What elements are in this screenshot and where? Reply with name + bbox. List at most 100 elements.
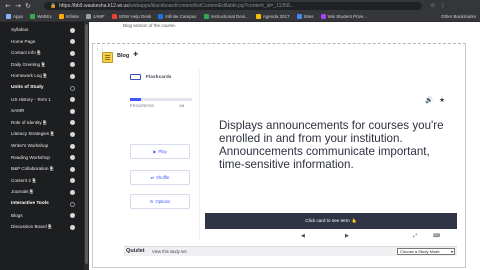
sidebar-item[interactable]: Discussion Board 🖹 bbox=[11, 223, 79, 231]
url-host: https://bb9.waukesha.k12.wi.us bbox=[59, 3, 129, 9]
bookmark-item[interactable]: WebEx bbox=[30, 14, 52, 19]
item-menu-icon[interactable] bbox=[70, 189, 75, 195]
bookmark-label: Apps bbox=[13, 14, 24, 19]
sidebar-item-label: Syllabus bbox=[11, 27, 29, 32]
sidebar-item-label: Role of Identity 🖹 bbox=[11, 119, 47, 125]
sidebar-item[interactable]: US History - Term 1 bbox=[11, 96, 79, 104]
shuffle-label: Shuffle bbox=[156, 175, 170, 180]
item-menu-icon[interactable] bbox=[70, 27, 75, 33]
bookmark-item[interactable]: Apps bbox=[6, 14, 23, 19]
blog-icon bbox=[102, 52, 113, 63]
flashcards-label: Flashcards bbox=[146, 74, 172, 79]
item-menu-icon[interactable] bbox=[70, 213, 75, 219]
sidebar-scroll-thumb[interactable] bbox=[85, 24, 88, 264]
sidebar-item[interactable]: Content 2 🖹 bbox=[11, 177, 79, 185]
quizlet-logo[interactable]: Quizlet bbox=[126, 248, 145, 254]
bookmark-item[interactable]: Instructional Desi... bbox=[203, 14, 249, 19]
play-icon: ▶ bbox=[153, 149, 157, 154]
bookmark-label: Sites bbox=[303, 14, 314, 19]
sidebar-item[interactable]: Literacy Strategies 🖹 bbox=[11, 130, 79, 138]
item-menu-icon[interactable] bbox=[70, 97, 75, 103]
back-icon[interactable]: ← bbox=[3, 0, 13, 12]
sidebar-item-label: Journals 🖹 bbox=[11, 189, 34, 195]
sidebar-item[interactable]: Homework Log 🖹 bbox=[11, 72, 79, 80]
bookmark-label: Instructional Desi... bbox=[210, 14, 249, 19]
sidebar-heading[interactable]: Units of Study bbox=[11, 84, 79, 92]
prev-card-icon[interactable]: ◀ bbox=[301, 233, 305, 239]
item-menu-icon[interactable] bbox=[70, 201, 75, 207]
menu-icon[interactable]: ⋮ bbox=[438, 0, 448, 12]
item-menu-icon[interactable] bbox=[70, 108, 75, 114]
sidebar-item[interactable]: B&P Collaboration 🖹 bbox=[11, 165, 79, 173]
bookmark-label: SDW Help Desk bbox=[118, 14, 152, 19]
item-menu-icon[interactable] bbox=[70, 166, 75, 172]
view-study-set-link[interactable]: View this study set bbox=[152, 249, 187, 254]
sidebar-item[interactable]: Writer's Workshop bbox=[11, 142, 79, 150]
quizlet-sidebar: Flashcards PROGRESS 1/6 ▶ Play ⇄ Shuffle ⚙… bbox=[124, 70, 200, 240]
sidebar-item[interactable]: Role of Identity 🖹 bbox=[11, 119, 79, 127]
sidebar-item[interactable]: Home Page bbox=[11, 38, 79, 46]
study-mode-select[interactable]: Choose a Study Mode ▾ bbox=[397, 248, 455, 255]
sidebar-item[interactable]: Blogs bbox=[11, 212, 79, 220]
reload-icon[interactable]: ↻ bbox=[23, 0, 33, 12]
bookmark-label: Infinite Campus bbox=[165, 14, 197, 19]
bookmark-item[interactable]: SDW Help Desk bbox=[111, 14, 152, 19]
bookmark-item[interactable]: Infinite Campus bbox=[158, 14, 197, 19]
bookmark-item[interactable]: JAMF bbox=[85, 14, 105, 19]
shuffle-button[interactable]: ⇄ Shuffle bbox=[130, 170, 190, 185]
star-icon[interactable]: ★ bbox=[439, 96, 445, 104]
item-menu-icon[interactable] bbox=[70, 143, 75, 149]
bookmark-item[interactable]: Wis Student Prive... bbox=[320, 14, 367, 19]
fullscreen-icon[interactable]: ⤢ bbox=[413, 233, 417, 239]
bookmark-item[interactable]: Sites bbox=[296, 14, 314, 19]
progress-bar bbox=[130, 98, 192, 101]
item-menu-icon[interactable] bbox=[70, 85, 75, 91]
bookmark-favicon-icon bbox=[296, 14, 302, 19]
flashcards-icon bbox=[130, 74, 141, 80]
bookmark-item[interactable]: Infinite bbox=[58, 14, 79, 19]
quizlet-footer: Quizlet View this study set Choose a Stu… bbox=[124, 246, 457, 256]
speaker-icon[interactable]: 🔊 bbox=[425, 96, 433, 104]
item-menu-icon[interactable] bbox=[70, 62, 75, 68]
sidebar-item[interactable]: Reading Workshop bbox=[11, 154, 79, 162]
sidebar-item-label: Content 2 🖹 bbox=[11, 177, 36, 183]
address-bar[interactable]: 🔒 https://bb9.waukesha.k12.wi.us/webapps/… bbox=[44, 2, 422, 10]
item-menu-icon[interactable] bbox=[70, 39, 75, 45]
url-path: /webapps/blackboard/content/listContentE… bbox=[128, 3, 294, 9]
item-menu-icon[interactable] bbox=[70, 50, 75, 56]
options-icon[interactable]: ✚ bbox=[133, 51, 138, 58]
item-menu-icon[interactable] bbox=[70, 178, 75, 184]
browser-toolbar: ← → ↻ 🔒 https://bb9.waukesha.k12.wi.us/we… bbox=[0, 0, 480, 12]
options-label: Options bbox=[155, 199, 171, 204]
item-menu-icon[interactable] bbox=[70, 120, 75, 126]
next-card-icon[interactable]: ▶ bbox=[345, 233, 349, 239]
star-bookmark-icon[interactable]: ☆ bbox=[428, 0, 438, 12]
sidebar-item[interactable]: Syllabus bbox=[11, 26, 79, 34]
bookmark-favicon-icon bbox=[255, 14, 261, 19]
options-button[interactable]: ⚙ Options bbox=[130, 194, 190, 209]
bookmark-favicon-icon bbox=[111, 14, 117, 19]
sidebar-item[interactable]: Journals 🖹 bbox=[11, 188, 79, 196]
sidebar-item-label: Interactive Tools bbox=[11, 201, 49, 206]
item-title[interactable]: Blog bbox=[117, 53, 129, 59]
keyboard-icon[interactable]: ⌨ bbox=[433, 233, 440, 239]
bookmark-item[interactable]: Agenda 2017 bbox=[255, 14, 290, 19]
item-menu-icon[interactable] bbox=[70, 155, 75, 161]
item-menu-icon[interactable] bbox=[70, 73, 75, 79]
item-menu-icon[interactable] bbox=[70, 224, 75, 230]
sidebar-item-label: B&P Collaboration 🖹 bbox=[11, 166, 54, 172]
sidebar-item[interactable]: SAMR bbox=[11, 107, 79, 115]
flip-card-bar[interactable]: Click card to see term 👆 bbox=[205, 213, 457, 229]
play-button[interactable]: ▶ Play bbox=[130, 144, 190, 159]
sidebar-item[interactable]: Daily Greeting 🖹 bbox=[11, 61, 79, 69]
card-actions: 🔊 ★ bbox=[419, 96, 445, 104]
flashcard[interactable]: 🔊 ★ Displays announcements for courses y… bbox=[205, 84, 457, 229]
forward-icon[interactable]: → bbox=[13, 0, 23, 12]
other-bookmarks[interactable]: Other Bookmarks bbox=[441, 12, 476, 22]
bookmark-favicon-icon bbox=[30, 14, 36, 19]
sidebar-item[interactable]: Contact Info 🖹 bbox=[11, 49, 79, 57]
card-controls: ◀ ▶ ⤢ ⌨ bbox=[205, 233, 457, 241]
sidebar-heading[interactable]: Interactive Tools bbox=[11, 200, 79, 208]
item-menu-icon[interactable] bbox=[70, 131, 75, 137]
bookmark-favicon-icon bbox=[158, 14, 164, 19]
